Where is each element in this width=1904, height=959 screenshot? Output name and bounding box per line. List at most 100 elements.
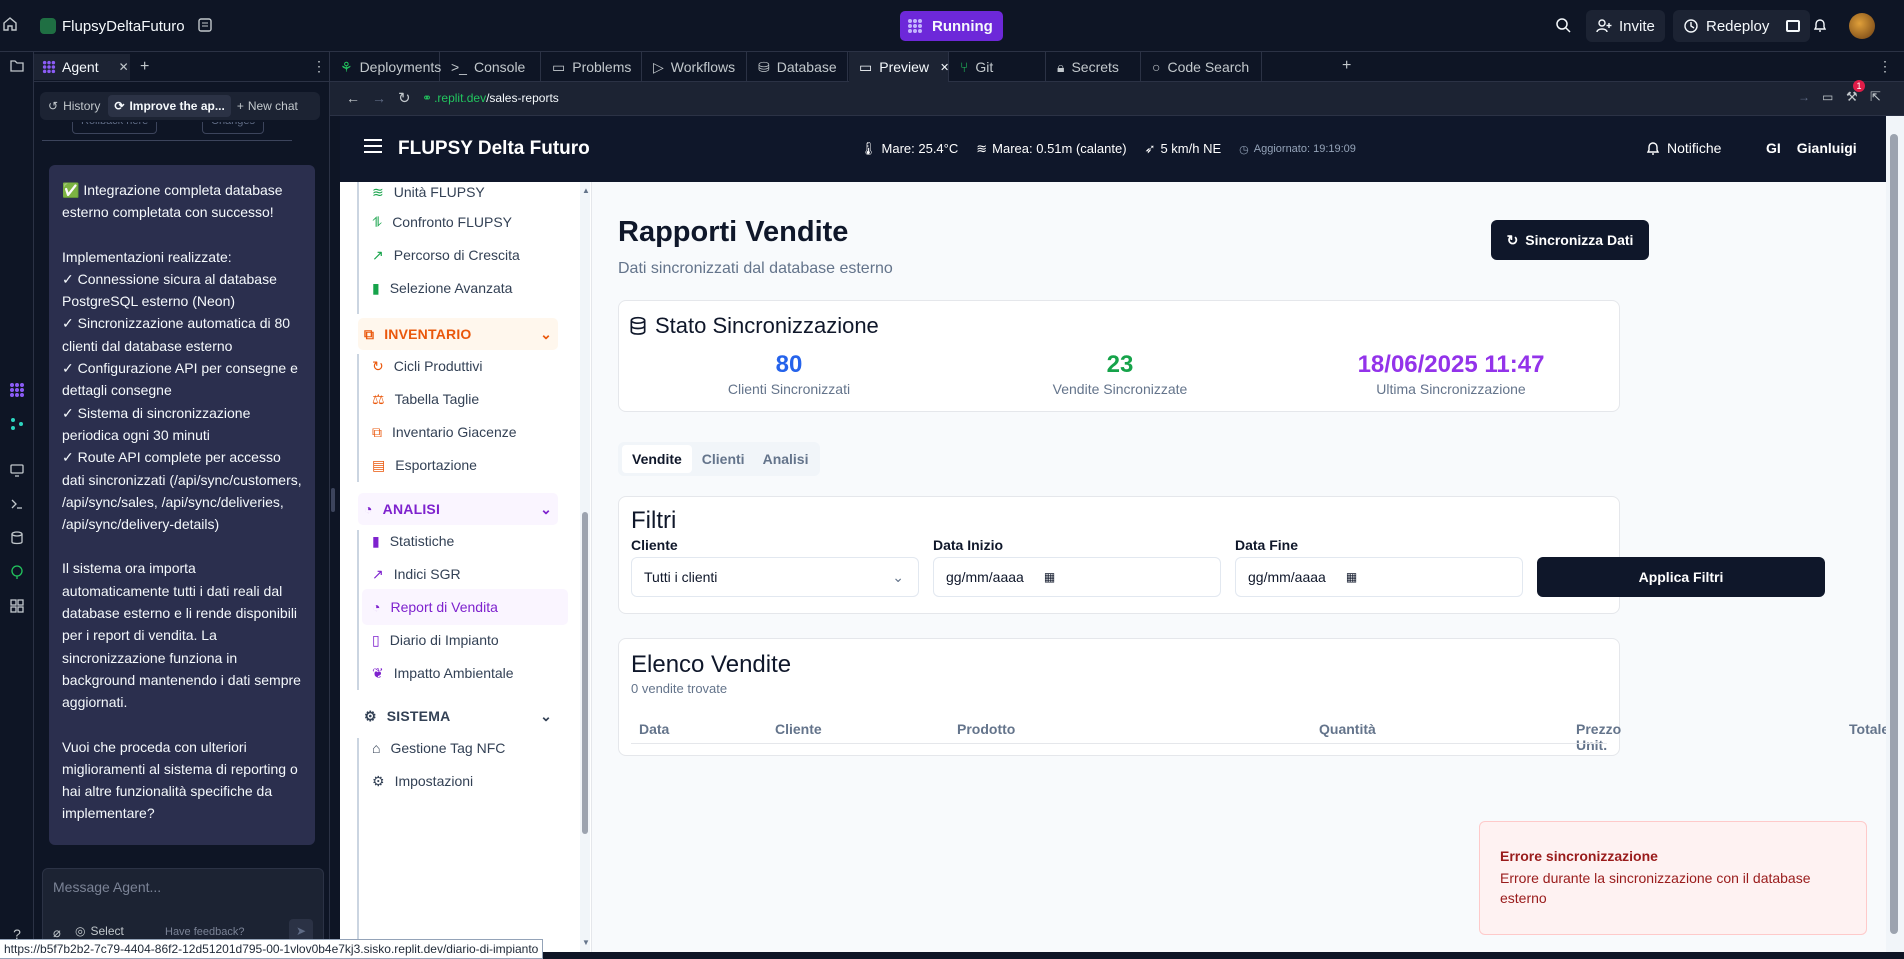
notifications-button[interactable]: Notifiche — [1645, 140, 1721, 156]
project-switcher[interactable]: FlupsyDeltaFuturo — [34, 12, 191, 40]
sidebar-item-gestione-tag-nfc[interactable]: ⌂ Gestione Tag NFC — [362, 730, 568, 766]
sidebar-item-percorso-crescita[interactable]: ↗ Percorso di Crescita — [362, 237, 568, 273]
back-icon[interactable]: ← — [346, 90, 360, 106]
tab-workflows[interactable]: ▷ Workflows — [643, 52, 747, 82]
tab-vendite[interactable]: Vendite — [622, 445, 692, 473]
go-icon[interactable]: → — [1798, 90, 1810, 104]
tab-code-search[interactable]: ○ Code Search — [1142, 52, 1262, 82]
branch-icon[interactable] — [0, 416, 34, 432]
sidebar-item-statistiche[interactable]: ▮ Statistiche — [362, 523, 568, 559]
plus-icon: + — [236, 99, 244, 113]
column-header[interactable]: Prodotto — [957, 721, 1015, 737]
notification-badge: 1 — [1853, 80, 1865, 92]
message-input[interactable]: Message Agent... — [53, 879, 161, 895]
sidebar-item-indici-sgr[interactable]: ↗ Indici SGR — [362, 556, 568, 592]
changes-button[interactable]: Changes — [202, 122, 265, 134]
tab-analisi[interactable]: Analisi — [755, 445, 817, 473]
rollback-button[interactable]: Rollback here — [72, 122, 158, 134]
current-chat-tab[interactable]: ⟳ Improve the ap... — [108, 95, 231, 117]
close-icon[interactable]: ✕ — [940, 61, 949, 74]
terminal-icon[interactable] — [0, 496, 34, 512]
tab-preview[interactable]: ▭ Preview ✕ — [849, 52, 949, 82]
bell-icon[interactable] — [1812, 17, 1828, 33]
sidebar-item-diario-impianto[interactable]: ▯ Diario di Impianto — [362, 622, 568, 658]
more-icon[interactable]: ⋮ — [312, 58, 326, 75]
home-icon[interactable] — [0, 16, 20, 32]
sync-button[interactable]: ↻ Sincronizza Dati — [1491, 220, 1649, 260]
menu-icon[interactable] — [364, 138, 382, 154]
tab-problems[interactable]: ▭ Problems — [542, 52, 642, 82]
multiplayer-icon[interactable] — [1786, 20, 1801, 32]
scrollbar-thumb[interactable] — [582, 512, 588, 834]
apply-filters-button[interactable]: Applica Filtri — [1537, 557, 1825, 597]
tab-database[interactable]: ⛁ Database — [748, 52, 848, 82]
sidebar-item-selezione-avanzata[interactable]: ▮ Selezione Avanzata — [362, 270, 568, 306]
sidebar-item-cicli-produttivi[interactable]: ↻ Cicli Produttivi — [362, 348, 568, 384]
new-tab-icon[interactable]: + — [140, 58, 149, 76]
lock-icon: 🔒︎ — [1057, 58, 1065, 75]
end-date-input[interactable]: gg/mm/aaaa ▦ — [1235, 557, 1523, 597]
close-icon[interactable]: ✕ — [119, 60, 129, 74]
toast-title: Errore sincronizzazione — [1500, 848, 1658, 864]
invite-button[interactable]: Invite — [1586, 10, 1665, 42]
resize-handle[interactable] — [331, 488, 335, 512]
deploy-icon[interactable] — [0, 564, 34, 580]
devices-icon[interactable]: ▭ — [1822, 90, 1833, 104]
tab-deployments[interactable]: ⚘ Deployments — [330, 52, 441, 82]
console-icon: >_ — [451, 59, 467, 75]
monitor-icon[interactable] — [0, 462, 34, 478]
calendar-icon[interactable]: ▦ — [1044, 570, 1055, 584]
history-button[interactable]: ↺ History — [40, 99, 108, 113]
sidebar-item-impatto-ambientale[interactable]: ❦ Impatto Ambientale — [362, 655, 568, 691]
new-chat-button[interactable]: + New chat — [231, 99, 304, 113]
tab-agent[interactable]: Agent ✕ — [34, 54, 130, 80]
sidebar-item-confronto-flupsy[interactable]: ⥮ Confronto FLUPSY — [362, 204, 568, 240]
tab-clienti[interactable]: Clienti — [694, 445, 753, 473]
tab-secrets[interactable]: 🔒︎ Secrets — [1047, 52, 1141, 82]
agent-icon[interactable] — [0, 382, 34, 398]
start-date-input[interactable]: gg/mm/aaaa ▦ — [933, 557, 1221, 597]
open-external-icon[interactable]: ⇱ — [1870, 89, 1881, 105]
search-icon[interactable] — [1555, 17, 1571, 33]
chevron-down-icon: ⌄ — [540, 325, 552, 342]
apps-icon[interactable] — [0, 598, 34, 614]
forward-icon[interactable]: → — [372, 90, 386, 106]
redeploy-button[interactable]: Redeploy — [1673, 10, 1811, 42]
column-header[interactable]: Totale — [1849, 721, 1886, 737]
feedback-link[interactable]: Have feedback? — [165, 926, 245, 938]
sidebar-group-sistema[interactable]: ⚙ SISTEMA ⌄ — [358, 700, 558, 732]
column-header[interactable]: Cliente — [775, 721, 822, 737]
sidebar-item-report-vendita[interactable]: ◔ Report di Vendita — [362, 589, 568, 625]
sidebar-scrollbar[interactable]: ▲ ▼ — [580, 182, 590, 952]
sidebar-group-inventario[interactable]: ⧉ INVENTARIO ⌄ — [358, 318, 558, 350]
column-header[interactable]: Data — [639, 721, 669, 737]
tab-git[interactable]: ⑂ Git — [950, 52, 1046, 82]
reload-icon[interactable]: ↻ — [398, 89, 411, 107]
url-input[interactable]: ⚭ .replit.dev/sales-reports — [422, 91, 559, 105]
avatar[interactable] — [1849, 13, 1875, 39]
column-header[interactable]: Prezzo Unit. — [1576, 721, 1621, 753]
new-tab-icon[interactable]: + — [1342, 57, 1351, 75]
sidebar-group-analisi[interactable]: ◔ ANALISI ⌄ — [358, 493, 558, 525]
calendar-icon[interactable]: ▦ — [1346, 570, 1357, 584]
sidebar-item-inventario-giacenze[interactable]: ⧉ Inventario Giacenze — [362, 414, 568, 450]
database-icon[interactable] — [0, 530, 34, 546]
refresh-icon: ↻ — [372, 357, 384, 374]
monitor-icon: ▭ — [859, 58, 873, 75]
preview-scrollbar[interactable] — [1886, 116, 1904, 952]
sidebar-item-impostazioni[interactable]: ⚙ Impostazioni — [362, 763, 568, 799]
problems-icon: ▭ — [552, 58, 566, 75]
sidebar-item-esportazione[interactable]: ▤ Esportazione — [362, 447, 568, 483]
sidebar-item-tabella-taglie[interactable]: ⚖ Tabella Taglie — [362, 381, 568, 417]
user-menu[interactable]: GI Gianluigi — [1766, 140, 1857, 156]
client-select[interactable]: Tutti i clienti ⌄ — [631, 557, 919, 597]
leaf-icon: ❦ — [372, 664, 384, 681]
scrollbar-thumb[interactable] — [1890, 134, 1898, 934]
tab-console[interactable]: >_ Console — [441, 52, 541, 82]
run-status-button[interactable]: Running — [900, 11, 1003, 41]
select-button[interactable]: ◎ Select — [75, 924, 124, 938]
column-header[interactable]: Quantità — [1319, 721, 1376, 737]
files-icon[interactable] — [0, 58, 34, 74]
more-icon[interactable]: ⋮ — [1878, 58, 1892, 75]
project-info-icon[interactable] — [197, 17, 213, 33]
